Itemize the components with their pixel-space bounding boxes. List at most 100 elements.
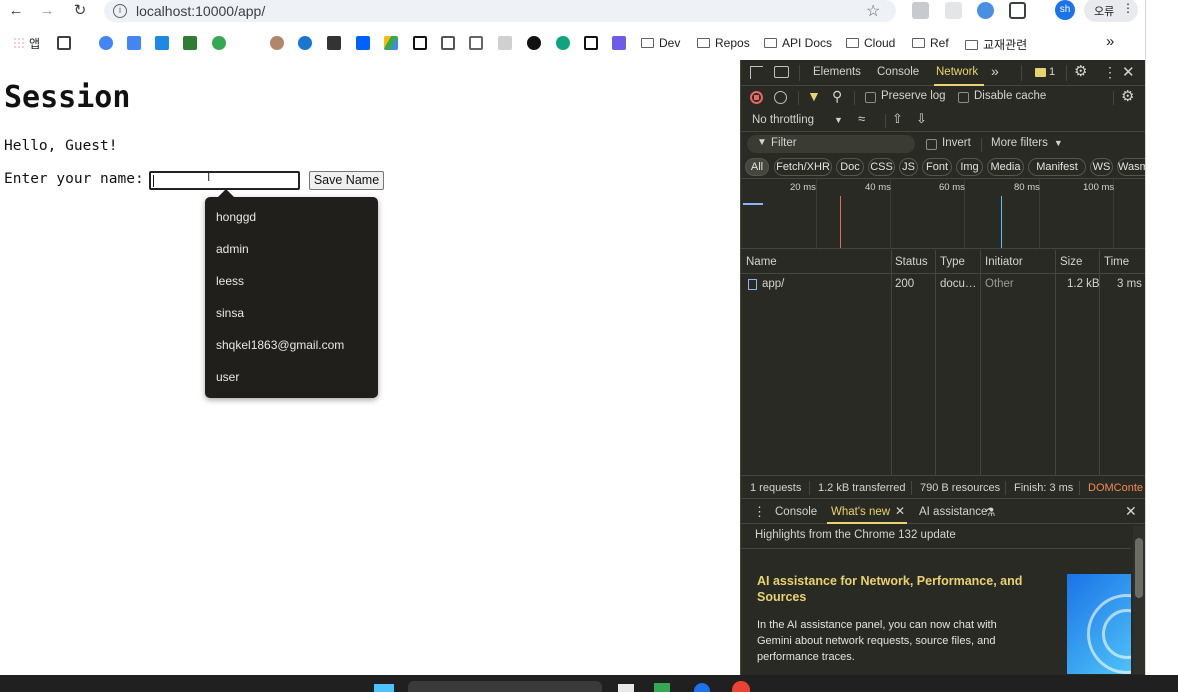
save-name-button[interactable]: Save Name [309,171,384,190]
drawer-menu-icon[interactable]: ⋮ [753,504,766,520]
autocomplete-option[interactable]: honggd [216,210,256,224]
kebab-menu-icon[interactable]: ⋮ [1122,1,1134,15]
scrollbar-thumb[interactable] [1135,538,1143,598]
column-size[interactable]: Size [1060,256,1082,268]
type-filter-fetch-xhr[interactable]: Fetch/XHR [774,158,832,176]
request-name[interactable]: app/ [762,278,784,290]
type-filter-js[interactable]: JS [899,158,918,176]
bookmark-folder-cloud[interactable]: Cloud [846,36,895,50]
invert-checkbox[interactable] [926,139,937,150]
inspect-element-icon[interactable] [750,66,763,79]
device-toolbar-icon[interactable] [774,66,789,78]
type-filter-ws[interactable]: WS [1090,158,1113,176]
network-conditions-icon[interactable]: ≈ [858,111,865,126]
drawer-tab-ai-assistance[interactable]: AI assistance [919,506,987,518]
clear-icon[interactable] [774,91,787,104]
column-initiator[interactable]: Initiator [985,256,1023,268]
forward-icon[interactable]: → [38,2,56,20]
type-filter-all[interactable]: All [745,158,769,176]
address-bar[interactable]: i localhost:10000/app/ ☆ [104,0,896,22]
bookmark-favicon[interactable] [127,36,141,50]
type-filter-media[interactable]: Media [987,158,1024,176]
type-filter-doc[interactable]: Doc [836,158,864,176]
profile-avatar[interactable]: sh [1055,0,1075,20]
bookmark-favicon[interactable] [183,36,197,50]
preserve-log-checkbox[interactable] [865,92,876,103]
bookmark-favicon[interactable] [99,36,113,50]
autocomplete-option[interactable]: leess [216,274,244,288]
kebab-menu-icon[interactable]: ⋮ [1103,64,1117,81]
article-thumbnail[interactable] [1067,574,1131,674]
extension-icon[interactable] [945,2,962,19]
taskbar-app-icon[interactable] [654,683,670,692]
close-drawer-icon[interactable]: ✕ [1125,503,1137,520]
column-type[interactable]: Type [940,256,965,268]
autocomplete-option[interactable]: sinsa [216,306,244,320]
export-har-icon[interactable]: ⇩ [916,111,927,127]
disable-cache-checkbox[interactable] [958,92,969,103]
grid-icon[interactable] [57,36,71,50]
bookmark-folder-dev[interactable]: Dev [641,36,680,50]
extension-icon[interactable] [977,2,994,19]
camera-icon[interactable] [912,2,929,19]
drawer-tab-console[interactable]: Console [775,506,817,518]
type-filter-font[interactable]: Font [922,158,952,176]
import-har-icon[interactable]: ⇧ [892,111,903,127]
record-icon[interactable] [750,91,763,104]
notion-icon[interactable] [413,36,427,50]
name-input[interactable] [149,171,300,190]
autocomplete-option[interactable]: user [216,370,239,384]
article-title[interactable]: AI assistance for Network, Performance, … [757,573,1042,605]
bookmark-favicon[interactable] [584,36,598,50]
reload-icon[interactable]: ↻ [71,2,89,20]
bookmark-folder-repos[interactable]: Repos [697,36,750,50]
network-settings-icon[interactable]: ⚙ [1121,87,1134,105]
drawer-scrollbar[interactable] [1133,526,1145,674]
tab-network[interactable]: Network [936,66,978,78]
bookmark-favicon[interactable] [212,36,226,50]
site-info-icon[interactable]: i [113,4,127,18]
bookmark-favicon[interactable] [298,36,312,50]
more-filters-dropdown[interactable]: More filters ▼ [991,137,1063,149]
bookmark-folder-api-docs[interactable]: API Docs [764,36,832,50]
chatgpt-icon[interactable] [556,36,570,50]
chrome-taskbar-icon[interactable] [732,681,750,692]
type-filter-img[interactable]: Img [956,158,983,176]
search-icon[interactable]: ⚲ [832,88,842,105]
throttling-select[interactable]: No throttling ▼ [752,114,843,126]
tab-console[interactable]: Console [877,66,919,78]
issues-count[interactable]: 1 [1049,66,1055,78]
column-name[interactable]: Name [746,256,777,268]
tab-elements[interactable]: Elements [813,66,861,78]
bookmark-favicon[interactable] [327,36,341,50]
autocomplete-option[interactable]: admin [216,242,249,256]
type-filter-manifest[interactable]: Manifest [1028,158,1086,176]
more-tabs-icon[interactable]: » [991,63,999,79]
bookmark-favicon[interactable] [612,36,626,50]
filter-funnel-icon[interactable]: ▼ [807,88,821,104]
bookmark-folder-textbook[interactable]: 교재관련 [965,36,1027,53]
type-filter-wasm[interactable]: Wasm [1117,158,1149,176]
more-bookmarks-button[interactable]: » [1106,33,1114,50]
drawer-tab-whats-new[interactable]: What's new [831,506,890,518]
taskbar-app-icon[interactable] [694,683,710,692]
puzzle-icon[interactable] [1009,2,1026,19]
bookmark-favicon[interactable] [270,36,284,50]
bookmark-folder-ref[interactable]: Ref [912,36,949,50]
apps-bookmark[interactable]: 앱 [13,35,40,52]
close-tab-icon[interactable]: ✕ [895,504,905,518]
bookmark-favicon[interactable] [498,36,512,50]
bookmark-favicon[interactable] [441,36,455,50]
dropbox-icon[interactable] [356,36,370,50]
openai-icon[interactable] [527,36,541,50]
column-time[interactable]: Time [1104,256,1129,268]
back-icon[interactable]: ← [7,2,25,20]
filter-input[interactable]: ▼ Filter [747,135,915,153]
autocomplete-option[interactable]: shqkel1863@gmail.com [216,338,344,352]
issues-icon[interactable] [1035,68,1046,77]
table-row[interactable]: app/ 200 docu… Other 1.2 kB 3 ms [741,274,1146,294]
start-icon[interactable] [374,684,394,692]
close-devtools-icon[interactable]: ✕ [1122,63,1135,81]
drive-icon[interactable] [384,36,398,50]
taskbar-app-icon[interactable] [618,684,634,692]
